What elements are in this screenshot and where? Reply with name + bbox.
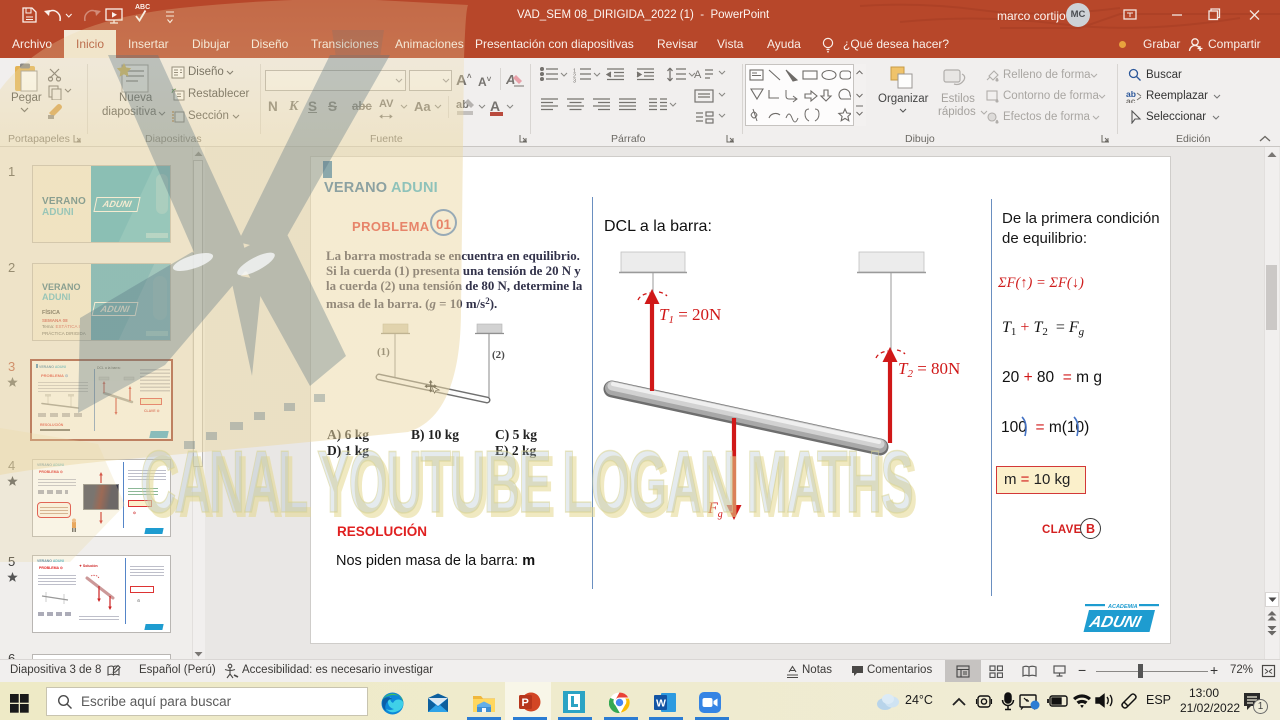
svg-text:(1): (1) [377,346,390,358]
svg-text:ADUNI: ADUNI [1087,613,1144,631]
svg-text:T2 = 80N: T2 = 80N [898,359,960,380]
svg-text:A: A [506,72,515,87]
svg-text:A: A [694,69,702,81]
svg-text:ac: ac [1126,96,1136,103]
svg-text:Fg: Fg [707,500,723,520]
svg-text:ACADEMIA: ACADEMIA [1107,604,1138,610]
svg-text:W: W [656,698,666,710]
svg-text:(2): (2) [492,349,505,361]
svg-text:T1 = 20N: T1 = 20N [659,305,721,326]
svg-text:3: 3 [573,79,576,84]
svg-text:ABC: ABC [135,4,150,11]
svg-text:P: P [522,697,529,709]
